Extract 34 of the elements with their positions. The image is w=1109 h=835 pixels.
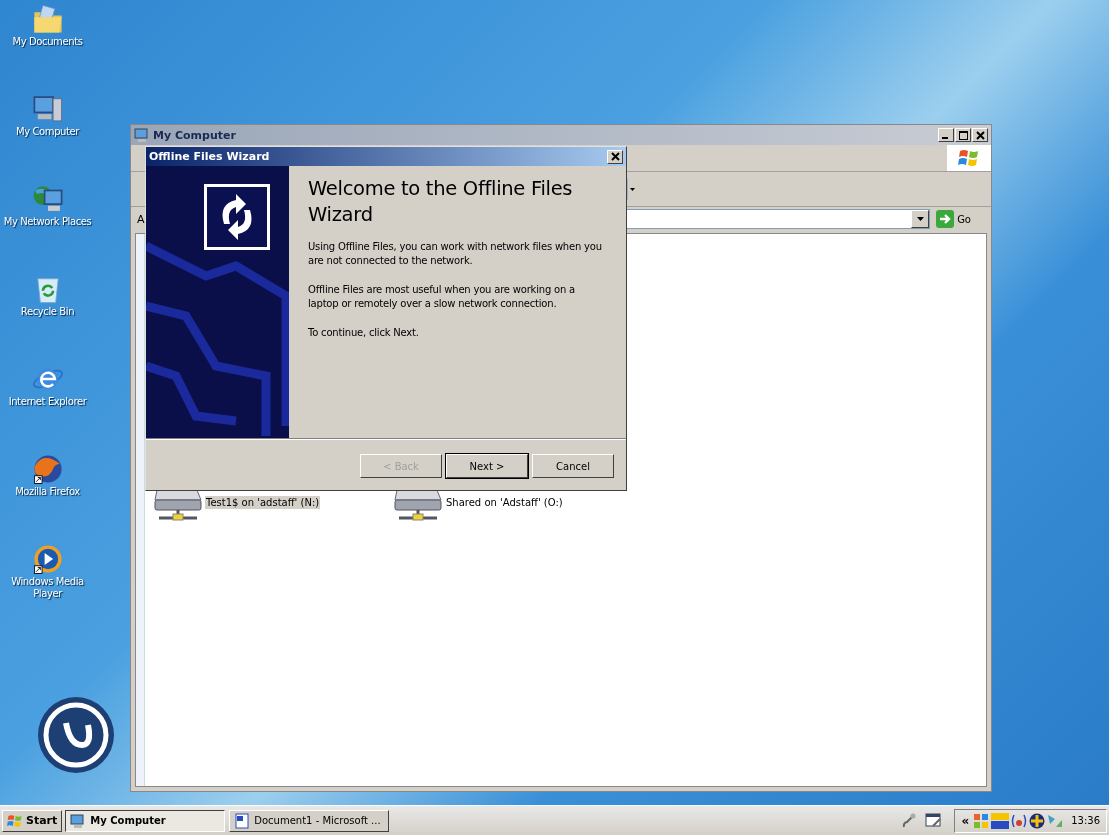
show-hidden-icons-button[interactable]: « [959, 813, 972, 828]
body-text: To continue, click Next. [308, 326, 420, 340]
close-button[interactable] [607, 149, 623, 164]
dropdown-button[interactable] [911, 210, 930, 228]
shield-icon[interactable] [1029, 812, 1046, 829]
minimize-button[interactable] [938, 128, 954, 142]
clock: 13:36 [1071, 815, 1100, 826]
pen-tablet-icon[interactable] [925, 812, 944, 829]
wizard-heading: Welcome to the Offline Files Wizard [308, 176, 574, 228]
wizard-button[interactable]: Cancel [532, 454, 614, 478]
go-button[interactable]: Go [934, 210, 985, 228]
start-button[interactable]: Start [2, 809, 63, 832]
flag-logo [947, 145, 991, 171]
body-text: Offline Files are most useful when you are working on a laptop or remotely over a slow network connection. [308, 283, 576, 311]
caret-icon[interactable] [916, 217, 924, 221]
input-method-icon[interactable] [991, 812, 1010, 829]
desktop-icon-label[interactable]: My Documents [12, 36, 83, 48]
office-icon[interactable] [973, 812, 990, 829]
taskbar-button[interactable]: My Computer [65, 809, 226, 832]
sync-arrows-icon [204, 184, 270, 250]
document-icon[interactable] [234, 812, 251, 829]
wizard-button[interactable]: Next > [446, 454, 528, 478]
body-text: Using Offline Files, you can work with network files when you are not connected to the network. [308, 240, 602, 268]
computer-icon [134, 127, 150, 143]
window-title: My Computer [153, 128, 236, 142]
drive-label[interactable]: Test1$ on 'adstaff' (N:) [205, 495, 321, 509]
taskbar-button[interactable]: Document1 - Microsoft ... [229, 809, 390, 832]
network-activity-icon[interactable] [1011, 812, 1028, 829]
drive-label[interactable]: Shared on 'Adstaff' (O:) [445, 495, 564, 509]
address-label: A [137, 212, 145, 226]
computer-icon[interactable] [70, 812, 87, 829]
desktop-icon-label[interactable]: My Computer [15, 126, 79, 138]
dialog-title: Offline Files Wizard [149, 150, 270, 163]
microphone-icon[interactable] [901, 812, 918, 829]
